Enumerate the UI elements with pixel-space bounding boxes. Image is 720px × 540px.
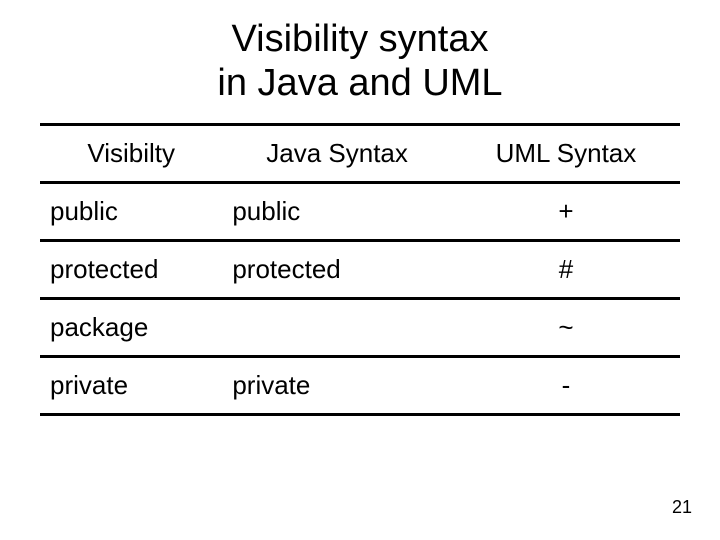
header-java: Java Syntax (222, 125, 452, 183)
cell-uml: # (452, 241, 680, 299)
table-row: package ~ (40, 299, 680, 357)
cell-visibility: protected (40, 241, 222, 299)
table-row: public public + (40, 183, 680, 241)
header-uml: UML Syntax (452, 125, 680, 183)
title-line-1: Visibility syntax (232, 18, 489, 60)
title-line-2: in Java and UML (217, 62, 502, 104)
cell-uml: ~ (452, 299, 680, 357)
visibility-table-wrap: Visibilty Java Syntax UML Syntax public … (40, 123, 680, 416)
slide: Visibility syntax in Java and UML Visibi… (0, 0, 720, 540)
cell-java: public (222, 183, 452, 241)
cell-visibility: package (40, 299, 222, 357)
table-row: protected protected # (40, 241, 680, 299)
table-row: private private - (40, 357, 680, 415)
cell-uml: - (452, 357, 680, 415)
table-header-row: Visibilty Java Syntax UML Syntax (40, 125, 680, 183)
cell-visibility: private (40, 357, 222, 415)
page-number: 21 (672, 497, 692, 518)
slide-title: Visibility syntax in Java and UML (0, 0, 720, 105)
cell-uml: + (452, 183, 680, 241)
header-visibility: Visibilty (40, 125, 222, 183)
visibility-table: Visibilty Java Syntax UML Syntax public … (40, 123, 680, 416)
cell-java (222, 299, 452, 357)
cell-java: protected (222, 241, 452, 299)
cell-java: private (222, 357, 452, 415)
cell-visibility: public (40, 183, 222, 241)
